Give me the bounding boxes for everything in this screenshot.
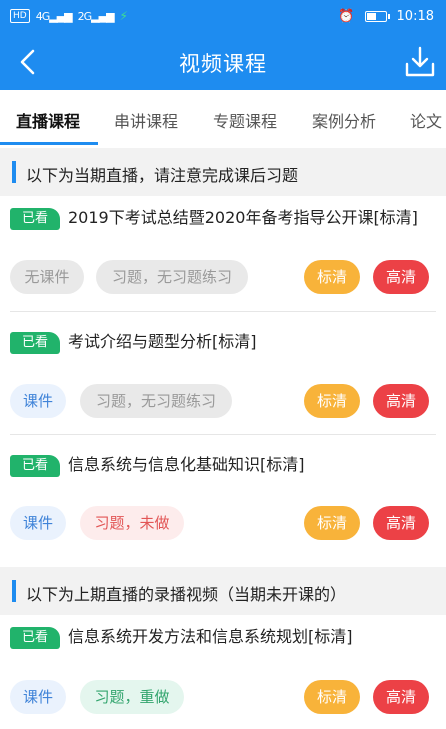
section-title: 以下为当期直播，请注意完成课后习题 [26,166,299,185]
clock-time: 10:18 [396,9,434,24]
hd-play-button[interactable]: 高清 [373,680,429,714]
exercise-button[interactable]: 习题，未做 [80,506,184,540]
alarm-icon: ⏰ [338,9,355,24]
courseware-button[interactable]: 课件 [10,384,66,418]
page-title: 视频课程 [179,52,267,76]
course-title: 信息系统与信息化基础知识[标清] [68,455,305,474]
signal-icon: 4G▂▄▆ [35,9,73,23]
tab-case[interactable]: 案例分析 [312,108,376,132]
signal-icon-2: 2G▂▄▆ [77,9,115,23]
section-header-previous: 以下为上期直播的录播视频（当期未开课的） [0,567,446,615]
list-item[interactable]: 已看 考试介绍与题型分析[标清] 课件 习题，无习题练习 标清 高清 [0,312,446,435]
hd-play-button[interactable]: 高清 [373,384,429,418]
course-title: 考试介绍与题型分析[标清] [68,332,257,351]
hd-play-button[interactable]: 高清 [373,506,429,540]
seen-badge: 已看 [10,332,60,354]
exercise-button[interactable]: 习题，无习题练习 [96,260,248,294]
tab-live[interactable]: 直播课程 [16,108,80,132]
course-title: 2019下考试总结暨2020年备考指导公开课[标清] [68,208,418,227]
hd-play-button[interactable]: 高清 [373,260,429,294]
course-tabs: 直播课程 串讲课程 专题课程 案例分析 论文 [0,90,446,146]
list-item[interactable]: 已看 信息系统与信息化基础知识[标清] 课件 习题，未做 标清 高清 [0,435,446,559]
section-header-current: 以下为当期直播，请注意完成课后习题 [0,148,446,196]
section-title: 以下为上期直播的录播视频（当期未开课的） [26,585,347,604]
status-bar: HD 4G▂▄▆ 2G▂▄▆ ⚡ ⏰ 10:18 [0,0,446,34]
hd-indicator: HD [10,9,30,23]
section-marker [12,161,16,183]
course-title: 信息系统开发方法和信息系统规划[标清] [68,627,353,646]
seen-badge: 已看 [10,627,60,649]
sd-play-button[interactable]: 标清 [304,384,360,418]
tab-paper[interactable]: 论文 [410,108,442,132]
list-item[interactable]: 已看 信息系统开发方法和信息系统规划[标清] 课件 习题，重做 标清 高清 [0,615,446,729]
tab-review[interactable]: 串讲课程 [114,108,178,132]
courseware-button[interactable]: 课件 [10,506,66,540]
sd-play-button[interactable]: 标清 [304,506,360,540]
download-icon[interactable] [400,42,440,82]
sd-play-button[interactable]: 标清 [304,680,360,714]
tab-topic[interactable]: 专题课程 [213,108,277,132]
section-marker [12,580,16,602]
courseware-button[interactable]: 无课件 [10,260,84,294]
list-item[interactable]: 已看 2019下考试总结暨2020年备考指导公开课[标清] 无课件 习题，无习题… [0,196,446,312]
active-tab-indicator [0,142,98,145]
app-bar: 视频课程 [0,34,446,90]
exercise-button[interactable]: 习题，无习题练习 [80,384,232,418]
battery-icon [364,11,390,22]
seen-badge: 已看 [10,455,60,477]
app-notification-icon: ⚡ [119,9,128,23]
courseware-button[interactable]: 课件 [10,680,66,714]
sd-play-button[interactable]: 标清 [304,260,360,294]
exercise-button[interactable]: 习题，重做 [80,680,184,714]
